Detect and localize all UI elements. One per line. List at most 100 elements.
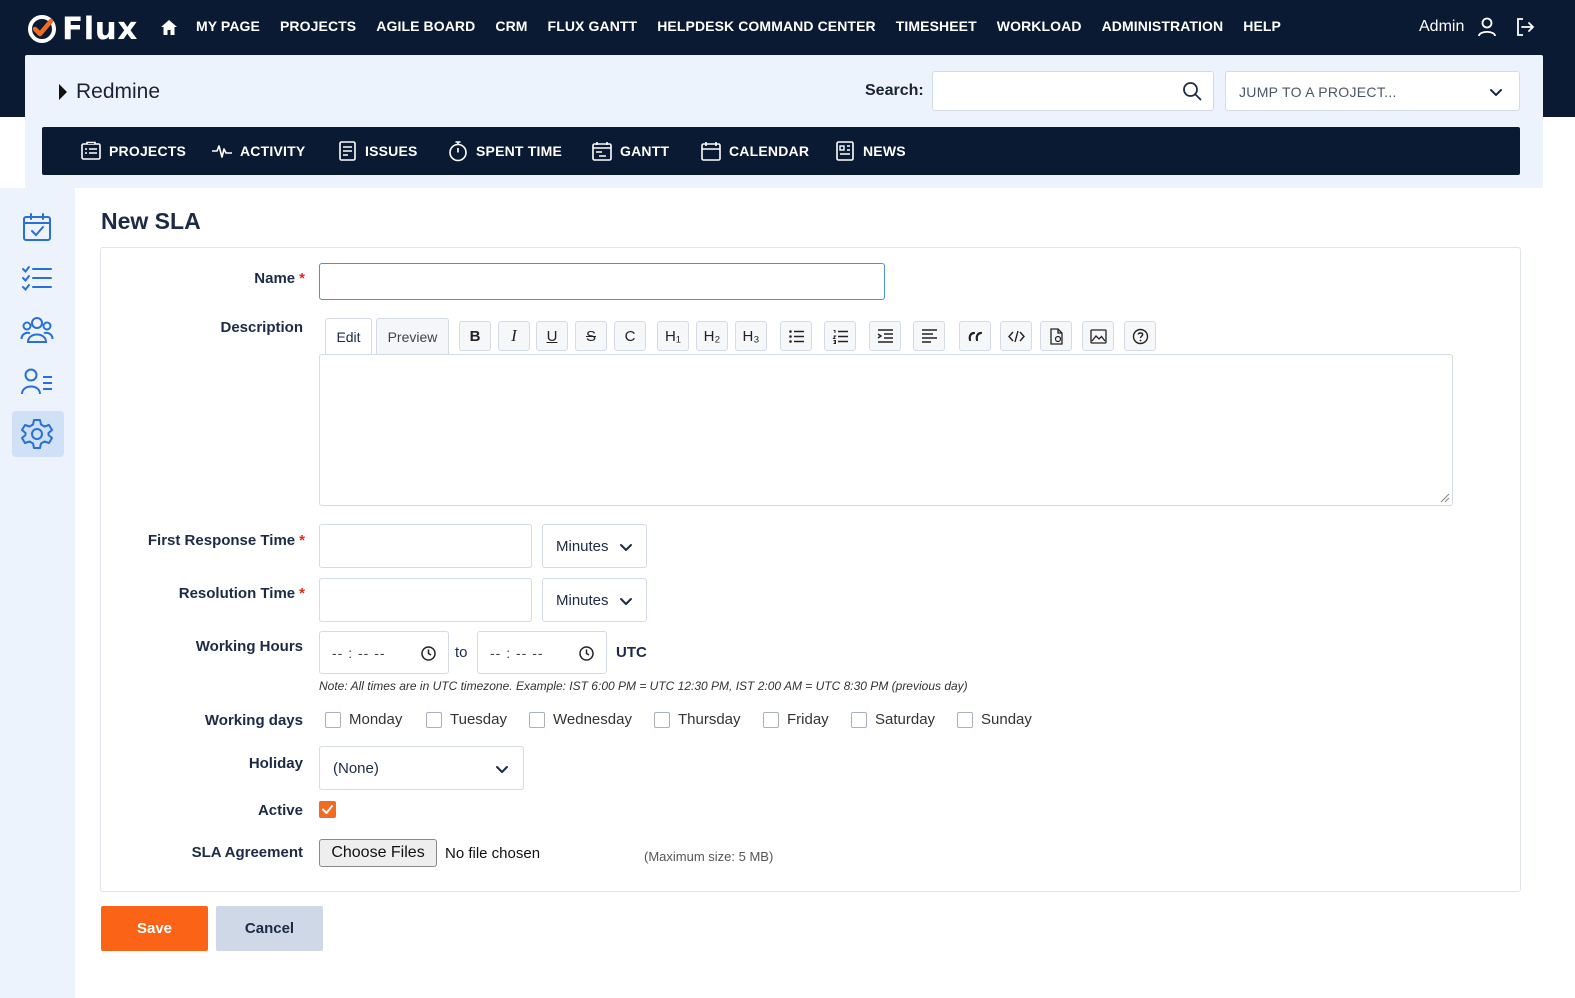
topnav-agile-board[interactable]: AGILE BOARD <box>376 18 475 34</box>
day-saturday[interactable]: Saturday <box>851 711 935 728</box>
resolution-unit-select[interactable]: Minutes <box>542 578 647 622</box>
day-label: Saturday <box>875 711 936 728</box>
resolution-input[interactable] <box>319 578 532 622</box>
search-icon[interactable] <box>1182 81 1202 101</box>
projects-icon <box>81 141 101 160</box>
calendar-check-icon[interactable] <box>20 210 54 244</box>
numbered-list-button[interactable] <box>824 321 856 351</box>
code-icon <box>1007 330 1025 342</box>
save-button[interactable]: Save <box>101 906 208 951</box>
day-friday[interactable]: Friday <box>763 711 829 728</box>
resize-handle-icon[interactable] <box>1440 493 1450 503</box>
required-mark: * <box>299 532 305 549</box>
user-list-icon[interactable] <box>20 365 54 399</box>
menu-calendar-label: CALENDAR <box>729 143 810 159</box>
sunday-checkbox[interactable] <box>957 711 973 728</box>
monday-checkbox[interactable] <box>325 711 341 728</box>
calendar-icon <box>701 142 721 161</box>
gear-icon[interactable] <box>20 417 54 451</box>
menu-news[interactable]: NEWS <box>834 127 906 175</box>
menu-calendar[interactable]: CALENDAR <box>700 127 809 175</box>
first-response-input[interactable] <box>319 524 532 568</box>
wednesday-checkbox[interactable] <box>529 711 545 728</box>
working-days-label: Working days <box>204 712 303 729</box>
breadcrumb[interactable]: Redmine <box>76 80 160 104</box>
topnav-workload[interactable]: WORKLOAD <box>997 18 1082 34</box>
tab-edit[interactable]: Edit <box>325 318 372 355</box>
search-input[interactable] <box>932 71 1214 111</box>
search-label: Search: <box>865 82 924 99</box>
bullet-list-button[interactable] <box>780 321 812 351</box>
topnav-projects[interactable]: PROJECTS <box>280 18 356 34</box>
topnav-flux-gantt[interactable]: FLUX GANTT <box>548 18 638 34</box>
first-response-label-text: First Response Time <box>147 532 296 549</box>
day-tuesday[interactable]: Tuesday <box>426 711 507 728</box>
description-textarea[interactable] <box>319 354 1453 506</box>
topnav-helpdesk[interactable]: HELPDESK COMMAND CENTER <box>657 18 876 34</box>
day-monday[interactable]: Monday <box>325 711 402 728</box>
day-thursday[interactable]: Thursday <box>654 711 741 728</box>
end-time-input[interactable]: -- : -- -- <box>477 631 607 674</box>
attachment-link-button[interactable] <box>1040 321 1072 351</box>
menu-spent-time[interactable]: SPENT TIME <box>447 127 562 175</box>
choose-files-button[interactable]: Choose Files <box>319 839 437 867</box>
topnav-timesheet[interactable]: TIMESHEET <box>896 18 977 34</box>
clock-icon[interactable] <box>420 645 437 662</box>
help-button[interactable] <box>1124 321 1156 351</box>
tuesday-checkbox[interactable] <box>426 711 442 728</box>
strikethrough-button[interactable]: S <box>575 321 607 351</box>
task-list-icon[interactable] <box>20 261 54 295</box>
topnav-my-page[interactable]: MY PAGE <box>196 18 260 34</box>
tab-preview[interactable]: Preview <box>376 318 449 355</box>
menu-activity[interactable]: ACTIVITY <box>211 127 305 175</box>
topnav-crm[interactable]: CRM <box>495 18 527 34</box>
start-time-input[interactable]: -- : -- -- <box>319 631 449 674</box>
home-icon[interactable] <box>159 18 179 38</box>
heading3-button[interactable]: H₃ <box>735 321 767 351</box>
clock-icon[interactable] <box>578 645 595 662</box>
day-wednesday[interactable]: Wednesday <box>529 711 632 728</box>
image-button[interactable] <box>1082 321 1114 351</box>
user-icon[interactable] <box>1476 16 1498 38</box>
users-icon[interactable] <box>20 313 54 347</box>
bold-button[interactable]: B <box>459 321 491 351</box>
user-name[interactable]: Admin <box>1419 18 1464 36</box>
chevron-down-icon <box>620 544 632 551</box>
quote-button[interactable] <box>959 321 991 351</box>
topnav-administration[interactable]: ADMINISTRATION <box>1102 18 1224 34</box>
menu-gantt-label: GANTT <box>620 143 670 159</box>
expand-triangle-icon[interactable] <box>59 84 67 100</box>
underline-button[interactable]: U <box>536 321 568 351</box>
project-menu: PROJECTS ACTIVITY ISSUES SPENT TIME GANT… <box>42 127 1520 175</box>
topnav-help[interactable]: HELP <box>1243 18 1281 34</box>
logo[interactable]: Flux <box>26 11 138 47</box>
end-time-placeholder: -- : -- -- <box>490 645 544 661</box>
inline-code-button[interactable]: C <box>614 321 646 351</box>
menu-gantt[interactable]: GANTT <box>591 127 669 175</box>
code-block-button[interactable] <box>1000 321 1032 351</box>
name-input[interactable] <box>319 263 885 300</box>
heading2-button[interactable]: H₂ <box>696 321 728 351</box>
menu-spent-time-label: SPENT TIME <box>476 143 563 159</box>
heading1-button[interactable]: H₁ <box>657 321 689 351</box>
first-response-unit-select[interactable]: Minutes <box>542 524 647 568</box>
chevron-down-icon <box>496 766 508 773</box>
holiday-select[interactable]: (None) <box>319 746 524 790</box>
align-button[interactable] <box>913 321 945 351</box>
menu-issues[interactable]: ISSUES <box>336 127 418 175</box>
logout-icon[interactable] <box>1514 16 1536 38</box>
active-checkbox[interactable] <box>319 801 336 818</box>
thursday-checkbox[interactable] <box>654 711 670 728</box>
jump-to-project-select[interactable]: JUMP TO A PROJECT... <box>1225 71 1520 111</box>
saturday-checkbox[interactable] <box>851 711 867 728</box>
cancel-button[interactable]: Cancel <box>216 906 323 951</box>
name-label: Name * <box>200 270 305 287</box>
chevron-down-icon <box>1490 89 1502 96</box>
indent-button[interactable] <box>869 321 901 351</box>
friday-checkbox[interactable] <box>763 711 779 728</box>
day-label: Friday <box>787 711 829 728</box>
no-file-text: No file chosen <box>445 845 541 862</box>
day-sunday[interactable]: Sunday <box>957 711 1032 728</box>
menu-projects[interactable]: PROJECTS <box>80 127 186 175</box>
italic-button[interactable]: I <box>498 321 530 351</box>
